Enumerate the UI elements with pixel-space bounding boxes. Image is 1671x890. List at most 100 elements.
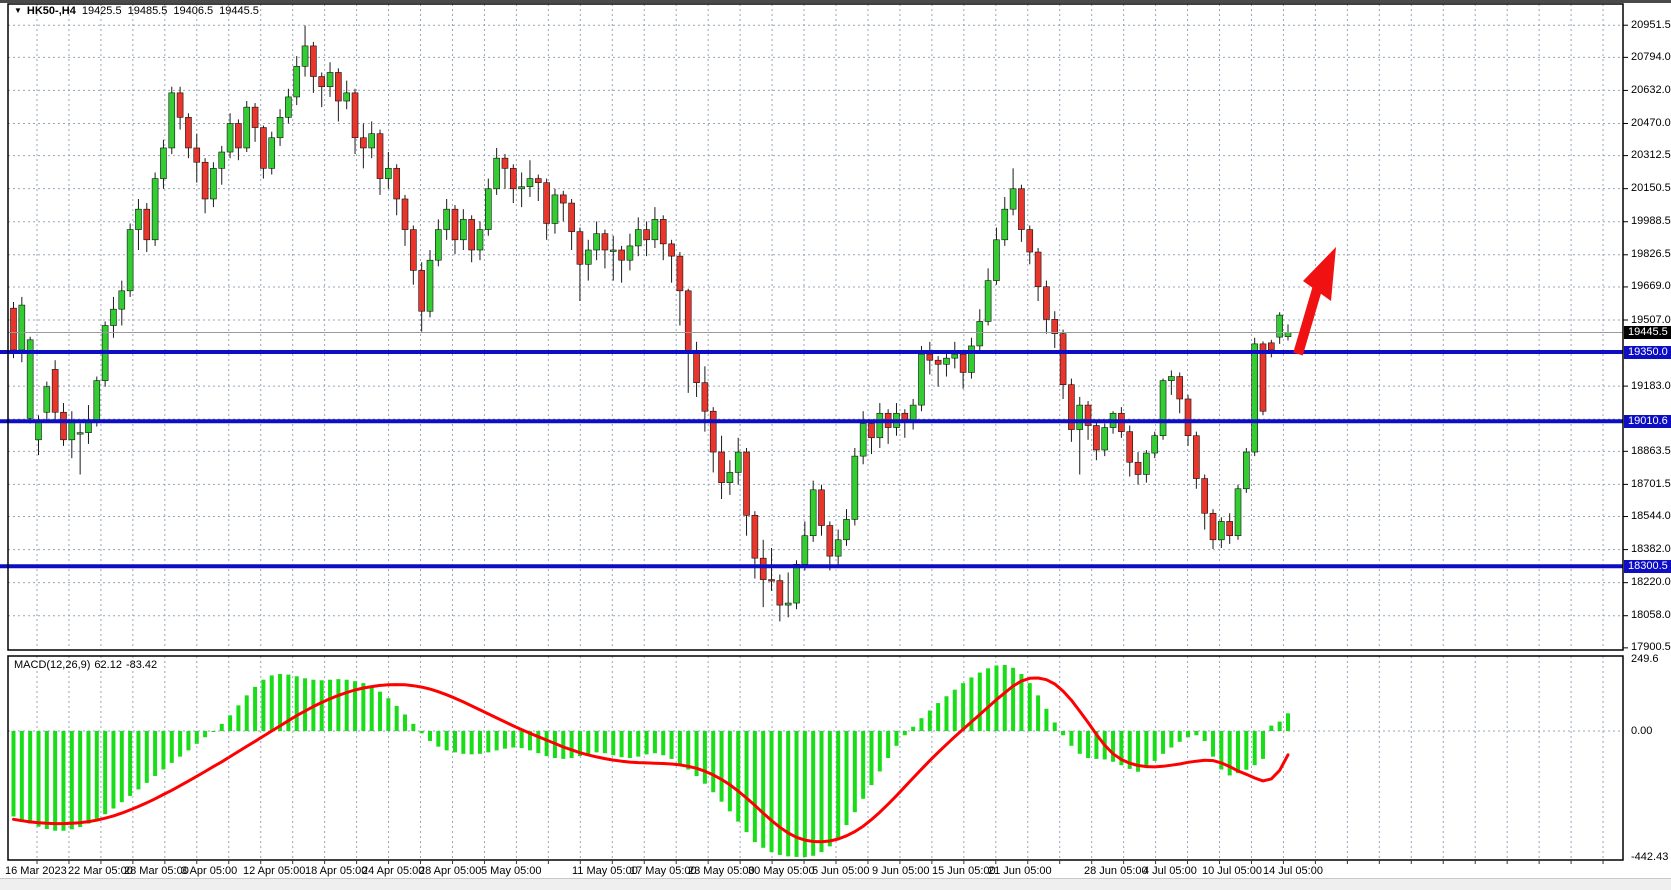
macd-bar [520,731,524,748]
time-axis-label: 18 Apr 05:00 [305,865,367,878]
bear-candle [644,230,650,240]
macd-bar [753,731,757,842]
bear-candle [752,515,758,558]
bear-candle [1193,436,1199,479]
macd-bar [45,731,49,829]
bull-candle [910,405,916,421]
macd-bar [486,731,490,752]
macd-bar [678,731,682,764]
macd-bar [869,731,873,785]
bear-candle [377,134,383,179]
bull-candle [435,230,441,261]
macd-bar [120,731,124,802]
bear-candle [144,209,150,240]
bull-candle [1143,453,1149,474]
bear-candle [1052,319,1058,333]
macd-bar [761,731,765,848]
macd-bar [28,731,32,824]
price-axis-label: 19669.0 [1631,280,1671,293]
bull-candle [135,209,141,229]
bull-candle [302,46,308,66]
macd-bar [203,731,207,737]
level-price-tag[interactable]: 19010.6 [1624,415,1671,428]
macd-bar [186,731,190,750]
price-axis-label: 19988.5 [1631,215,1671,228]
bull-candle [627,246,633,260]
bull-candle [519,187,525,189]
chart-canvas[interactable] [0,0,1671,889]
macd-bar [1186,731,1190,737]
macd-bar [345,680,349,731]
macd-signal-line [14,678,1289,842]
time-axis-label: 3 Apr 05:00 [181,865,237,878]
bull-candle [1102,428,1108,450]
bull-candle [285,97,291,117]
bear-candle [1210,513,1216,540]
macd-bar [845,731,849,825]
level-price-tag[interactable]: 19350.0 [1624,346,1671,359]
bear-candle [1227,521,1233,535]
bull-candle [44,387,50,413]
macd-bar [736,731,740,822]
macd-bar [420,731,424,733]
bear-candle [560,195,566,203]
bull-candle [294,66,300,97]
time-axis-label: 11 May 05:00 [572,865,638,878]
ohlc-open: 19425.5 [82,5,122,17]
macd-bar [878,731,882,771]
macd-bar [703,731,707,784]
bull-candle [1152,436,1158,453]
ohlc-high: 19485.5 [128,5,168,17]
window-bottom-strip [0,878,1671,890]
macd-bar [70,731,74,829]
collapse-triangle-icon[interactable]: ▼ [14,6,22,15]
macd-bar [711,731,715,792]
bull-candle [327,72,333,86]
bear-candle [1035,252,1041,287]
bull-candle [735,452,741,472]
bull-candle [369,134,375,148]
bull-candle [585,250,591,264]
bear-candle [685,291,691,352]
bull-candle [610,250,616,252]
macd-bar [986,668,990,731]
trend-arrow-annotation[interactable] [1298,247,1336,354]
bull-candle [127,230,133,291]
bull-candle [552,195,558,224]
bull-candle [852,456,858,519]
bear-candle [777,581,783,605]
macd-bar [611,731,615,755]
macd-bar [395,706,399,731]
macd-signal-value: -83.42 [126,659,157,671]
bull-candle [1285,333,1291,337]
macd-bar [1244,731,1248,770]
price-axis-label: 20951.5 [1631,19,1671,32]
bear-candle [677,256,683,291]
price-axis-label: 18544.0 [1631,510,1671,523]
bear-candle [927,354,933,360]
bear-candle [710,411,716,452]
macd-bar [336,679,340,731]
macd-bar [1203,731,1207,741]
macd-bar [461,731,465,754]
bull-candle [952,354,958,358]
macd-bar [1178,731,1182,742]
macd-bar [1078,731,1082,754]
bear-candle [60,412,66,440]
macd-bar [370,687,374,731]
time-axis-label: 12 Apr 05:00 [243,865,305,878]
macd-bar [928,710,932,731]
bear-candle [319,77,325,87]
macd-bar [36,731,40,827]
bull-candle [985,281,991,322]
macd-bar [720,731,724,802]
bull-candle [244,107,250,148]
bull-candle [1077,405,1083,429]
macd-bar [886,731,890,758]
macd-bar [128,731,132,796]
macd-bar [320,680,324,731]
macd-bar [670,731,674,759]
time-axis-label: 21 Jun 05:00 [988,865,1052,878]
level-price-tag[interactable]: 18300.5 [1624,560,1671,573]
bull-candle [1218,521,1224,539]
